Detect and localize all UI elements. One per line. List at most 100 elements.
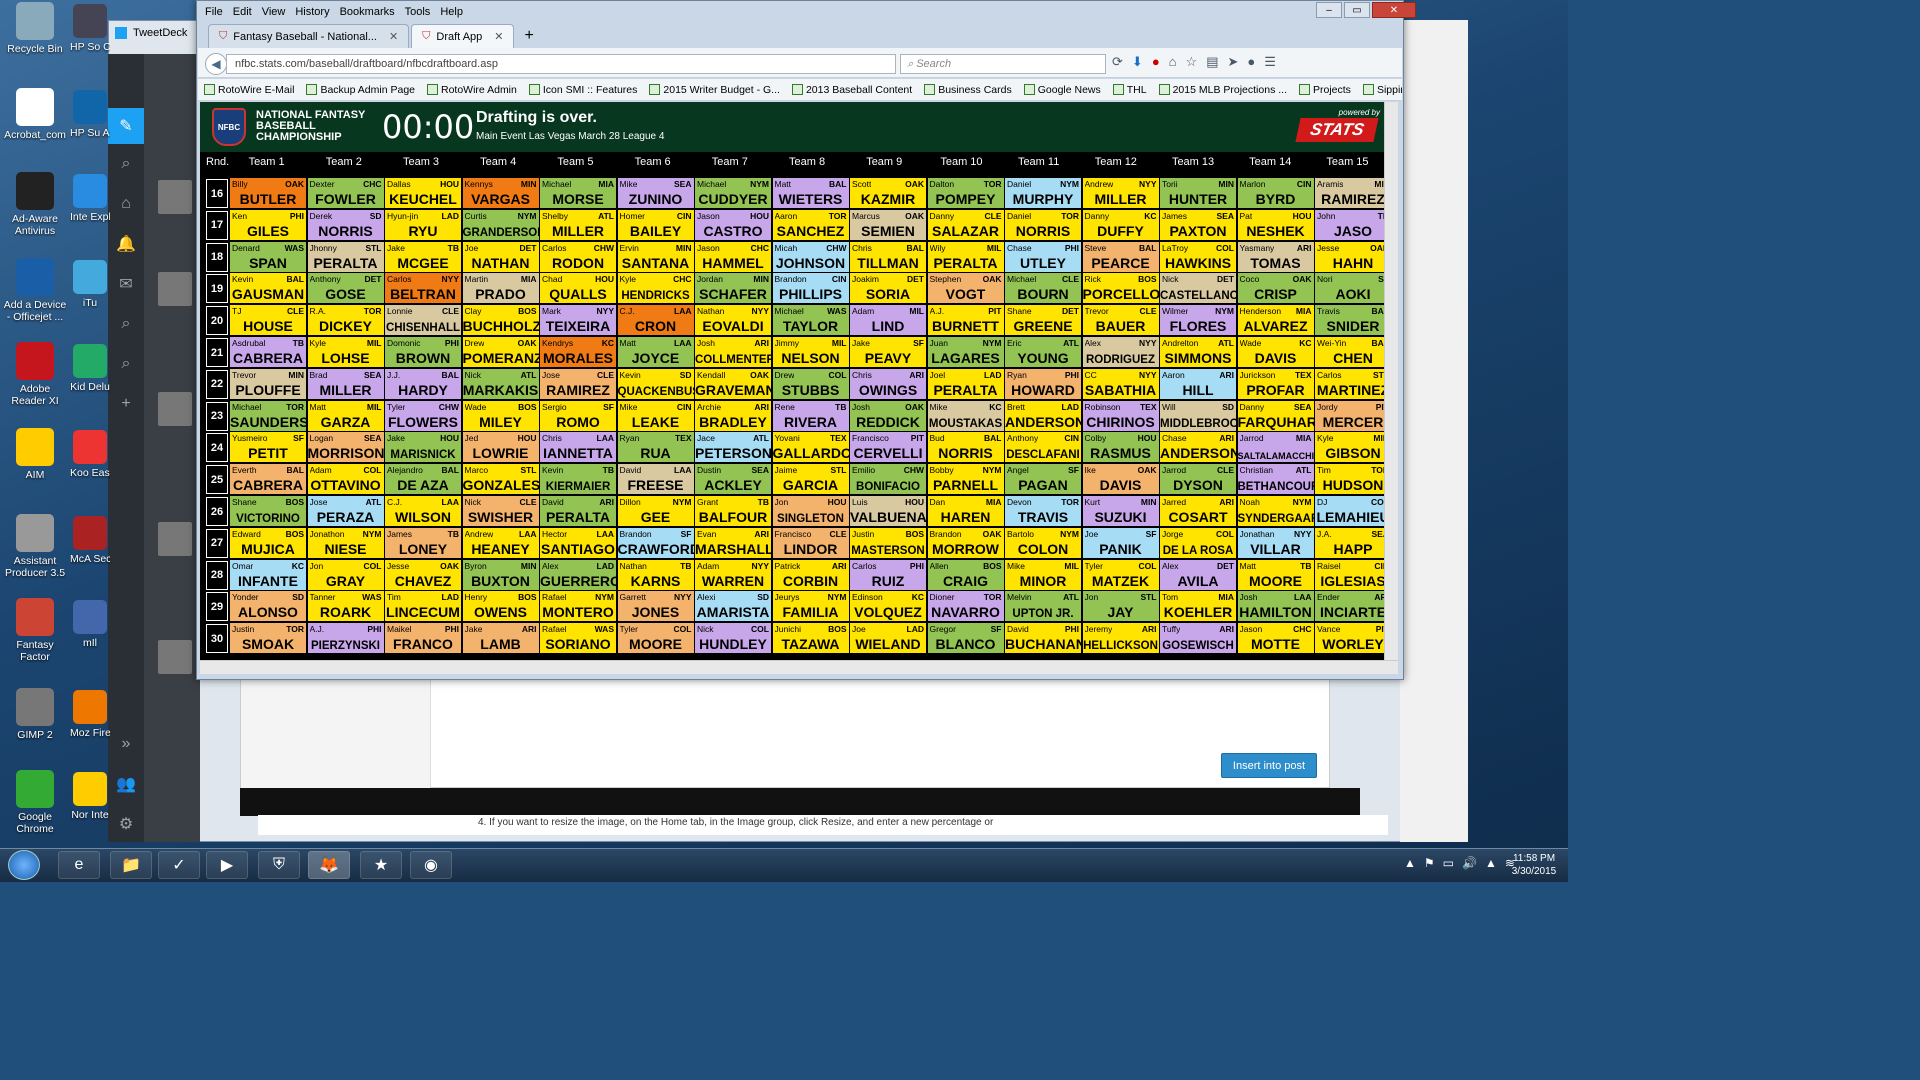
draft-pick-cell[interactable]: Byron MIN BUXTON — [462, 559, 539, 590]
draft-pick-cell[interactable]: Evan ARI MARSHALL — [695, 527, 771, 558]
draft-pick-cell[interactable]: Adam NYY WARREN — [695, 559, 771, 590]
draft-pick-cell[interactable]: Yusmeiro SF PETIT — [230, 432, 306, 463]
menu-tools[interactable]: Tools — [400, 4, 436, 22]
draft-pick-cell[interactable]: Jake HOU MARISNICK — [385, 432, 461, 463]
draft-pick-cell[interactable]: Justin TOR SMOAK — [230, 623, 306, 654]
draft-pick-cell[interactable]: Shane DET GREENE — [1005, 305, 1081, 336]
draft-pick-cell[interactable]: Dexter CHC FOWLER — [307, 178, 384, 208]
draft-pick-cell[interactable]: Wilmer NYM FLORES — [1160, 305, 1236, 336]
draft-pick-cell[interactable]: Josh OAK REDDICK — [850, 400, 926, 431]
draft-pick-cell[interactable]: Jason HOU CASTRO — [695, 209, 771, 240]
draft-pick-cell[interactable]: Alex DET AVILA — [1160, 559, 1236, 590]
draft-pick-cell[interactable]: Torii MIN HUNTER — [1160, 178, 1236, 208]
home-icon[interactable]: ⌂ — [108, 184, 144, 224]
draft-pick-cell[interactable]: LaTroy COL HAWKINS — [1160, 241, 1236, 272]
draft-pick-cell[interactable]: Adam MIL LIND — [850, 305, 926, 336]
adblock-icon[interactable]: ● — [1152, 54, 1160, 70]
desktop-icon[interactable]: Assistant Producer 3.5 — [2, 514, 68, 579]
draft-pick-cell[interactable]: Henderson MIA ALVAREZ — [1237, 305, 1314, 336]
draft-pick-cell[interactable]: Michael NYM CUDDYER — [695, 178, 771, 208]
draft-pick-cell[interactable]: Jhonny STL PERALTA — [307, 241, 384, 272]
draft-pick-cell[interactable]: Aramis MIL RAMIREZ — [1315, 178, 1391, 208]
draft-pick-cell[interactable]: Aaron TOR SANCHEZ — [772, 209, 849, 240]
draft-pick-cell[interactable]: Denard WAS SPAN — [230, 241, 306, 272]
draft-pick-cell[interactable]: Andrelton ATL SIMMONS — [1160, 337, 1236, 367]
draft-pick-cell[interactable]: Carlos CHW RODON — [540, 241, 616, 272]
menu-view[interactable]: View — [257, 4, 291, 22]
draft-pick-cell[interactable]: Emilio CHW BONIFACIO — [850, 464, 926, 495]
draft-pick-cell[interactable]: Jake SF PEAVY — [850, 337, 926, 367]
draft-pick-cell[interactable]: Everth BAL CABRERA — [230, 464, 306, 495]
bookmark-item[interactable]: THL — [1112, 84, 1147, 96]
draft-pick-cell[interactable]: Grant TB BALFOUR — [695, 496, 771, 526]
draft-pick-cell[interactable]: Matt MIL GARZA — [307, 400, 384, 431]
menu-help[interactable]: Help — [435, 4, 468, 22]
draft-pick-cell[interactable]: Drew COL STUBBS — [772, 368, 849, 399]
avatar[interactable] — [158, 522, 192, 556]
draft-pick-cell[interactable]: Josh LAA HAMILTON — [1237, 591, 1314, 622]
draft-pick-cell[interactable]: Lonnie CLE CHISENHALL — [385, 305, 461, 336]
draft-pick-cell[interactable]: Patrick ARI CORBIN — [772, 559, 849, 590]
draft-pick-cell[interactable]: J.A. SEA HAPP — [1315, 527, 1391, 558]
desktop-icon[interactable]: Fantasy Factor — [2, 598, 68, 663]
draft-pick-cell[interactable]: Chase PHI UTLEY — [1005, 241, 1081, 272]
draft-pick-cell[interactable]: Justin BOS MASTERSON — [850, 527, 926, 558]
draft-pick-cell[interactable]: Jose ATL PERAZA — [307, 496, 384, 526]
draft-pick-cell[interactable]: Michael WAS TAYLOR — [772, 305, 849, 336]
draft-pick-cell[interactable]: Vance PIT WORLEY — [1315, 623, 1391, 654]
draft-pick-cell[interactable]: Matt BAL WIETERS — [772, 178, 849, 208]
bookmark-item[interactable]: Backup Admin Page — [306, 84, 415, 96]
add-column-icon[interactable]: + — [108, 384, 144, 424]
home-icon[interactable]: ⌂ — [1169, 54, 1177, 70]
desktop-icon[interactable]: Inte Expl — [70, 174, 110, 223]
draft-pick-cell[interactable]: Brandon OAK MORROW — [927, 527, 1004, 558]
draft-pick-cell[interactable]: Ender ARI INCIARTE — [1315, 591, 1391, 622]
draft-pick-cell[interactable]: Jordan MIN SCHAFER — [695, 273, 771, 304]
draft-pick-cell[interactable]: Rene TB RIVERA — [772, 400, 849, 431]
draft-pick-cell[interactable]: Matt LAA JOYCE — [617, 337, 694, 367]
draft-pick-cell[interactable]: Gregor SF BLANCO — [927, 623, 1004, 654]
desktop-icon[interactable]: Moz Fire — [70, 690, 110, 739]
draft-pick-cell[interactable]: Angel SF PAGAN — [1005, 464, 1081, 495]
draft-pick-cell[interactable]: Jarrod CLE DYSON — [1160, 464, 1236, 495]
draft-pick-cell[interactable]: Kennys MIN VARGAS — [462, 178, 539, 208]
search-input[interactable]: ⌕ Search — [900, 54, 1106, 74]
draft-pick-cell[interactable]: Jose CLE RAMIREZ — [540, 368, 616, 399]
url-input[interactable]: nfbc.stats.com/baseball/draftboard/nfbcd… — [226, 54, 896, 74]
desktop-icon[interactable]: Nor Inte — [70, 772, 110, 821]
draft-pick-cell[interactable]: TJ CLE HOUSE — [230, 305, 306, 336]
draft-pick-cell[interactable]: Nathan NYY EOVALDI — [695, 305, 771, 336]
minimize-button[interactable]: – — [1316, 2, 1342, 18]
bookmark-item[interactable]: 2015 MLB Projections ... — [1158, 84, 1287, 96]
draft-pick-cell[interactable]: NoriSFAOKI — [1315, 273, 1391, 304]
draft-pick-cell[interactable]: Bartolo NYM COLON — [1005, 527, 1081, 558]
draft-pick-cell[interactable]: Francisco CLE LINDOR — [772, 527, 849, 558]
draft-pick-cell[interactable]: Juan NYM LAGARES — [927, 337, 1004, 367]
draft-pick-cell[interactable]: Nick COL HUNDLEY — [695, 623, 771, 654]
draft-pick-cell[interactable]: David LAA FREESE — [617, 464, 694, 495]
shield-taskbar-icon[interactable]: ⛨ — [258, 851, 300, 879]
maximize-button[interactable]: ▭ — [1344, 2, 1370, 18]
draft-pick-cell[interactable]: Raisel CIN IGLESIAS — [1315, 559, 1391, 590]
draft-pick-cell[interactable]: Joe SF PANIK — [1082, 527, 1159, 558]
draft-pick-cell[interactable]: Kevin SD QUACKENBUSH — [617, 368, 694, 399]
ie-taskbar-icon[interactable]: e — [58, 851, 100, 879]
draft-pick-cell[interactable]: Alejandro BAL DE AZA — [385, 464, 461, 495]
aim-taskbar-icon[interactable]: ★ — [360, 851, 402, 879]
draft-pick-cell[interactable]: Hector LAA SANTIAGO — [540, 527, 616, 558]
draft-pick-cell[interactable]: Kendall OAK GRAVEMAN — [695, 368, 771, 399]
avatar[interactable] — [158, 392, 192, 426]
bookmark-item[interactable]: Icon SMI :: Features — [528, 84, 637, 96]
bookmarks-list-icon[interactable]: ▤ — [1206, 54, 1218, 70]
tweetdeck-taskbar-icon[interactable]: ✓ — [158, 851, 200, 879]
draft-pick-cell[interactable]: Nick DET CASTELLANOS — [1160, 273, 1236, 304]
notifications-icon[interactable]: 🔔 — [108, 224, 144, 264]
vertical-scrollbar[interactable] — [1384, 102, 1398, 660]
avatar[interactable] — [158, 180, 192, 214]
draft-pick-cell[interactable]: Dillon NYM GEE — [617, 496, 694, 526]
bookmark-item[interactable]: RotoWire Admin — [427, 84, 517, 96]
reload-icon[interactable]: ⟳ — [1112, 54, 1123, 70]
draft-pick-cell[interactable]: Archie ARI BRADLEY — [695, 400, 771, 431]
draft-pick-cell[interactable]: Eric ATL YOUNG — [1005, 337, 1081, 367]
draft-pick-cell[interactable]: Shelby ATL MILLER — [540, 209, 616, 240]
